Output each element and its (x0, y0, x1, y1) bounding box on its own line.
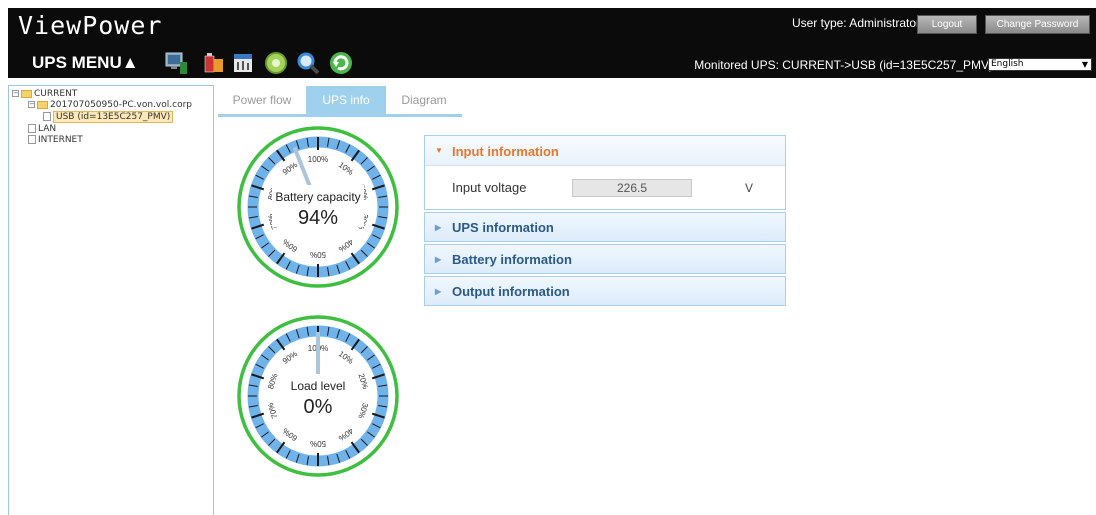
tree-node-label: INTERNET (38, 135, 83, 145)
network-icon (28, 135, 36, 144)
tab-ups-info[interactable]: UPS info (306, 86, 386, 114)
tree-node-label: USB (id=13E5C257_PMV) (53, 111, 174, 123)
change-password-button[interactable]: Change Password (985, 15, 1090, 34)
chevron-right-icon: ▶ (435, 223, 442, 232)
app-header: ViewPower UPS MENU▲ User type: Administr… (8, 8, 1096, 78)
tab-diagram[interactable]: Diagram (386, 86, 462, 114)
device-tree: − CURRENT − 201707050950-PC.von.vol.corp U… (8, 85, 214, 515)
gauge-title: Load level (291, 379, 346, 393)
input-information-header[interactable]: ▼ Input information (425, 136, 785, 166)
input-voltage-unit: V (745, 181, 754, 195)
tree-node-usb[interactable]: USB (id=13E5C257_PMV) (43, 111, 174, 123)
logout-button[interactable]: Logout (917, 15, 977, 34)
input-information-title: Input information (452, 144, 559, 159)
monitored-ups-label: Monitored UPS: CURRENT->USB (id=13E5C257… (694, 58, 993, 72)
ups-menu-button[interactable]: UPS MENU▲ (32, 53, 139, 73)
tree-node-label: LAN (38, 124, 57, 134)
search-icon[interactable] (295, 50, 321, 76)
chevron-right-icon: ▶ (435, 287, 442, 296)
chevron-down-icon: ▼ (1081, 60, 1088, 69)
gauge-tick-label: 50% (310, 250, 326, 259)
tree-node-computer[interactable]: − 201707050950-PC.von.vol.corp (28, 100, 192, 110)
device-icon (43, 112, 51, 121)
refresh-icon[interactable] (328, 50, 354, 76)
control-icon[interactable] (263, 50, 289, 76)
collapse-icon[interactable]: − (12, 90, 19, 97)
collapse-icon[interactable]: − (28, 101, 35, 108)
battery-information-header[interactable]: ▶ Battery information (424, 244, 786, 274)
output-information-header[interactable]: ▶ Output information (424, 276, 786, 306)
gauge-tick-label: 50% (310, 439, 326, 448)
tree-node-label: CURRENT (34, 89, 78, 99)
tab-underline (218, 114, 462, 117)
tree-node-lan[interactable]: LAN (28, 124, 56, 134)
gauge-tick-label: 100% (308, 155, 328, 164)
computer-icon[interactable] (163, 50, 189, 76)
tree-node-current[interactable]: − CURRENT (12, 89, 77, 99)
user-type-label: User type: Administrator (791, 16, 920, 30)
folder-icon (37, 100, 48, 109)
folder-icon (21, 89, 32, 98)
ups-information-header[interactable]: ▶ UPS information (424, 212, 786, 242)
app-logo: ViewPower (18, 11, 163, 40)
battery-information-title: Battery information (452, 252, 572, 267)
gauge-value: 94% (298, 207, 338, 229)
chevron-down-icon: ▼ (435, 146, 443, 155)
ups-information-title: UPS information (452, 220, 554, 235)
input-information-panel: ▼ Input information Input voltage 226.5 … (424, 135, 786, 210)
settings-icon[interactable] (231, 50, 257, 76)
gauge-value: 0% (304, 396, 333, 418)
tab-power-flow[interactable]: Power flow (218, 86, 306, 114)
load-level-gauge: 100%10%20%30%40%50%60%70%80%90% Load lev… (237, 315, 399, 477)
tree-node-label: 201707050950-PC.von.vol.corp (50, 100, 192, 110)
tree-node-internet[interactable]: INTERNET (28, 135, 83, 145)
battery-icon[interactable] (201, 50, 227, 76)
language-select[interactable]: English ▼ (988, 58, 1092, 71)
battery-capacity-gauge: 100%10%20%30%40%50%60%70%80%90% Battery … (237, 126, 399, 288)
network-icon (28, 124, 36, 133)
language-select-value: English (991, 59, 1024, 69)
input-voltage-value: 226.5 (572, 179, 692, 197)
gauge-title: Battery capacity (275, 190, 360, 204)
chevron-right-icon: ▶ (435, 255, 442, 264)
input-voltage-label: Input voltage (452, 180, 527, 195)
output-information-title: Output information (452, 284, 570, 299)
